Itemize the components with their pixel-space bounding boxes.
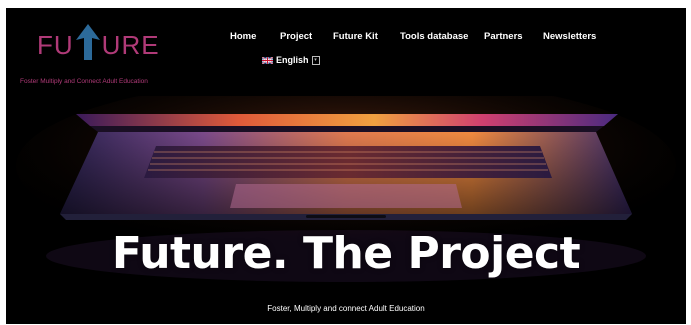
logo-wordmark: FU URE — [37, 20, 160, 60]
language-label: English — [276, 55, 309, 65]
logo-suffix: URE — [101, 30, 160, 60]
nav-item-future-kit[interactable]: Future Kit — [333, 31, 393, 42]
nav-item-home[interactable]: Home — [230, 31, 270, 42]
logo-tagline: Foster Multiply and Connect Adult Educat… — [20, 78, 148, 85]
nav-item-project[interactable]: Project — [280, 31, 330, 42]
chevron-down-icon: ▾ — [311, 55, 320, 65]
hero-title: Future. The Project — [111, 228, 581, 279]
hero-subtitle: Foster, Multiply and connect Adult Educa… — [267, 304, 425, 313]
hero-banner: Future. The Project Foster, Multiply and… — [6, 76, 686, 324]
laptop-photo — [6, 76, 686, 324]
arrow-up-icon — [75, 24, 100, 60]
site-logo[interactable]: FU URE Foster Multiply and Connect Adult… — [20, 18, 192, 90]
logo-prefix: FU — [37, 30, 74, 60]
nav-item-partners[interactable]: Partners — [484, 31, 534, 42]
nav-item-newsletters[interactable]: Newsletters — [543, 31, 613, 42]
language-switcher[interactable]: English ▾ — [262, 55, 320, 65]
page-frame: FU URE Foster Multiply and Connect Adult… — [6, 8, 686, 324]
nav-item-tools-database[interactable]: Tools database — [400, 31, 480, 42]
uk-flag-icon — [262, 56, 273, 64]
